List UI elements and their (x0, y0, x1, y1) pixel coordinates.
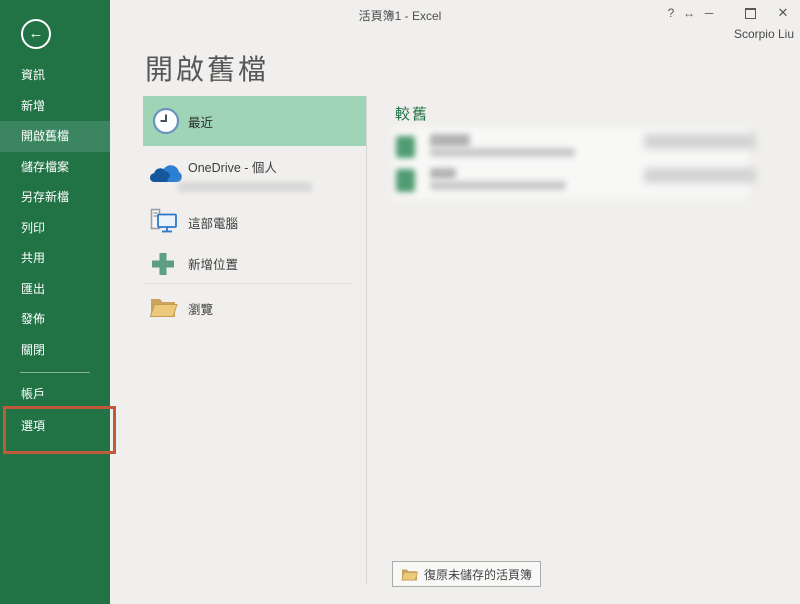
excel-file-icon (396, 136, 415, 158)
place-browse[interactable]: 瀏覽 (143, 290, 366, 326)
window-title: 活頁簿1 - Excel (358, 9, 442, 23)
place-label: 瀏覽 (188, 302, 214, 317)
blurred-file-path (430, 148, 575, 157)
maximize-icon[interactable] (742, 5, 758, 21)
place-add-a-place[interactable]: 新增位置 (143, 246, 366, 280)
close-icon[interactable]: ✕ (775, 5, 791, 21)
add-place-icon (150, 251, 176, 282)
sidebar-footer: 帳戶 選項 (0, 378, 110, 442)
sidebar-nav: 資訊 新增 開啟舊檔 儲存檔案 另存新檔 列印 共用 匯出 發佈 關閉 (0, 60, 110, 365)
page-title: 開啟舊檔 (145, 54, 270, 85)
place-label: 新增位置 (188, 257, 239, 272)
sidebar-divider (20, 372, 90, 373)
place-label: 這部電腦 (188, 216, 239, 231)
sidebar-item-export[interactable]: 匯出 (0, 274, 110, 305)
computer-icon (149, 207, 179, 240)
places-divider (143, 283, 353, 284)
place-label: OneDrive - 個人 (188, 160, 277, 175)
place-label: 最近 (188, 115, 214, 130)
sidebar-item-save[interactable]: 儲存檔案 (0, 152, 110, 183)
recover-unsaved-workbooks-button[interactable]: 復原未儲存的活頁簿 (392, 561, 542, 587)
backstage-sidebar: ← 資訊 新增 開啟舊檔 儲存檔案 另存新檔 列印 共用 匯出 發佈 關閉 帳戶… (0, 0, 110, 604)
sidebar-item-share[interactable]: 共用 (0, 243, 110, 274)
blurred-file-path (430, 181, 566, 190)
blurred-file-date (644, 168, 756, 183)
back-button[interactable]: ← (21, 19, 51, 49)
sidebar-item-publish[interactable]: 發佈 (0, 304, 110, 335)
folder-icon (401, 568, 418, 581)
blurred-file-date (644, 134, 756, 149)
file-group-header: 較舊 (395, 106, 430, 123)
fullscreen-toggle-icon[interactable]: ↔ (681, 5, 697, 21)
browse-folder-icon (149, 295, 179, 324)
place-this-pc[interactable]: 這部電腦 (143, 200, 366, 244)
place-recent[interactable]: 最近 (143, 96, 366, 146)
sidebar-item-account[interactable]: 帳戶 (0, 378, 110, 410)
blurred-onedrive-account (178, 182, 312, 192)
sidebar-item-close[interactable]: 關閉 (0, 335, 110, 366)
maximize-glyph (744, 8, 756, 19)
signed-in-user[interactable]: Scorpio Liu (734, 27, 794, 41)
clock-icon (152, 107, 180, 140)
excel-file-icon (396, 169, 415, 192)
sidebar-item-print[interactable]: 列印 (0, 213, 110, 244)
blurred-file-name (430, 168, 456, 179)
sidebar-item-save-as[interactable]: 另存新檔 (0, 182, 110, 213)
sidebar-item-options[interactable]: 選項 (0, 410, 110, 442)
column-separator (366, 96, 367, 585)
sidebar-item-info[interactable]: 資訊 (0, 60, 110, 91)
help-icon[interactable]: ? (663, 5, 679, 21)
minimize-icon[interactable]: ─ (701, 5, 717, 21)
sidebar-item-new[interactable]: 新增 (0, 91, 110, 122)
sidebar-item-open[interactable]: 開啟舊檔 (0, 121, 110, 152)
blurred-file-name (430, 134, 470, 147)
recover-button-label: 復原未儲存的活頁簿 (424, 567, 533, 582)
